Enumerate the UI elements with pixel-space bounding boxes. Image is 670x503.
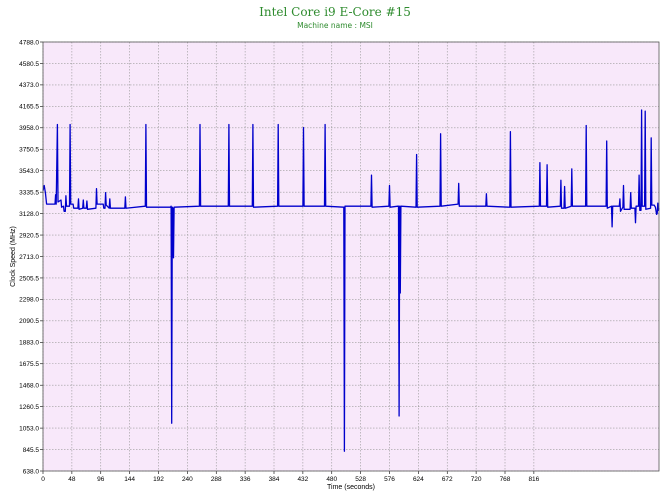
x-tick-label: 816	[528, 476, 539, 483]
x-tick-label: 192	[153, 476, 164, 483]
y-tick-label: 4580.5	[19, 61, 39, 68]
x-tick-label: 384	[269, 476, 280, 483]
clock-speed-chart: Intel Core i9 E-Core #15 Machine name : …	[10, 5, 660, 491]
x-tick-label: 480	[326, 476, 337, 483]
x-tick-label: 48	[68, 476, 76, 483]
y-tick-label: 2090.5	[19, 318, 39, 325]
x-tick-label: 0	[41, 476, 45, 483]
x-axis-label: Time (seconds)	[327, 484, 375, 491]
y-tick-label: 4788.0	[19, 39, 39, 46]
x-axis-ticks: 0 48 96 144 192 240 288 336 384 432 480 528 576 624 67…	[41, 471, 540, 483]
y-tick-label: 3750.5	[19, 147, 39, 154]
y-axis-label: Clock Speed (MHz)	[10, 226, 17, 287]
y-tick-label: 4165.5	[19, 104, 39, 111]
x-tick-label: 768	[500, 476, 511, 483]
x-tick-label: 240	[182, 476, 193, 483]
y-tick-label: 3543.0	[19, 168, 39, 175]
y-tick-label: 2505.5	[19, 275, 39, 282]
y-axis-ticks: 638.0 845.5 1053.0 1260.5 1468.0 1675.5 1883.0…	[19, 39, 43, 475]
y-tick-label: 3128.0	[19, 211, 39, 218]
y-tick-label: 3958.0	[19, 125, 39, 132]
x-tick-label: 576	[384, 476, 395, 483]
y-tick-label: 1468.0	[19, 383, 39, 390]
chart-subtitle: Machine name : MSI	[297, 21, 373, 30]
y-tick-label: 4373.0	[19, 82, 39, 89]
x-tick-label: 144	[124, 476, 135, 483]
chart-title: Intel Core i9 E-Core #15	[259, 5, 411, 19]
y-tick-label: 1260.5	[19, 404, 39, 411]
x-tick-label: 672	[442, 476, 453, 483]
x-tick-label: 720	[471, 476, 482, 483]
y-tick-label: 1053.0	[19, 425, 39, 432]
y-tick-label: 1675.5	[19, 361, 39, 368]
y-tick-label: 845.5	[23, 447, 40, 454]
x-tick-label: 624	[413, 476, 424, 483]
y-tick-label: 1883.0	[19, 340, 39, 347]
y-tick-label: 2920.5	[19, 232, 39, 239]
y-tick-label: 2713.0	[19, 254, 39, 261]
x-tick-label: 336	[240, 476, 251, 483]
y-tick-label: 638.0	[23, 468, 40, 475]
y-tick-label: 3335.5	[19, 189, 39, 196]
x-tick-label: 288	[211, 476, 222, 483]
x-tick-label: 528	[355, 476, 366, 483]
y-tick-label: 2298.0	[19, 297, 39, 304]
x-tick-label: 96	[97, 476, 105, 483]
x-tick-label: 432	[297, 476, 308, 483]
plot-area	[43, 42, 659, 471]
